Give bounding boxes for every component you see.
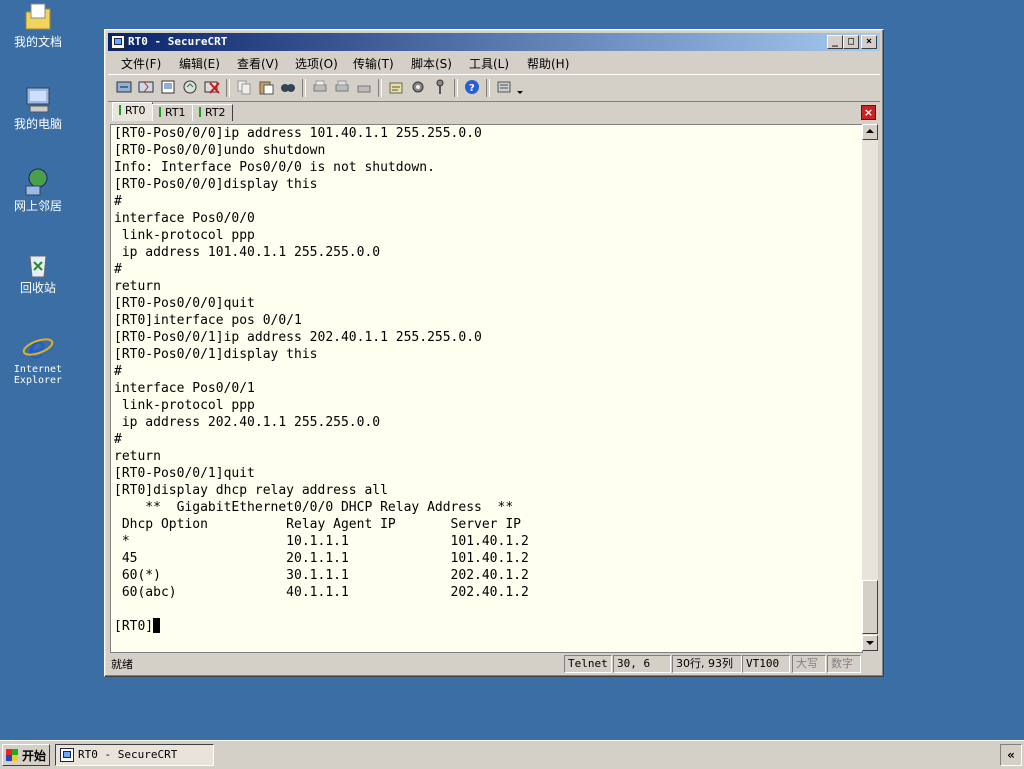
toolbar-dropdown-icon[interactable] (516, 79, 524, 95)
status-num-lock: 数字 (827, 655, 861, 673)
desktop-icon-network[interactable]: 网上邻居 (2, 166, 74, 213)
minimize-button[interactable]: _ (827, 35, 843, 49)
close-button[interactable]: × (861, 35, 877, 49)
menu-bar: 文件(F) 编辑(E) 查看(V) 选项(O) 传输(T) 脚本(S) 工具(L… (108, 52, 880, 72)
status-rows-cols: 30行, 93列 (672, 655, 742, 673)
start-label: 开始 (22, 749, 47, 763)
session-options-icon[interactable] (388, 79, 404, 95)
desktop-icon-recycle-bin[interactable]: 回收站 (2, 248, 74, 295)
menu-script[interactable]: 脚本(S) (411, 55, 452, 72)
menu-tools[interactable]: 工具(L) (469, 55, 509, 72)
menu-edit[interactable]: 编辑(E) (179, 55, 220, 72)
status-bar: 就绪 Telnet 30, 6 30行, 93列 VT100 大写 数字 (108, 654, 880, 673)
taskbar: 开始 RT0 - SecureCRT « (0, 740, 1024, 769)
desktop-icon-label: 我的电脑 (13, 117, 62, 131)
terminal-text: [RT0-Pos0/0/0]ip address 101.40.1.1 255.… (114, 126, 529, 634)
connected-indicator-icon (199, 107, 201, 117)
svg-text:e: e (28, 331, 46, 362)
taskbar-button-label: RT0 - SecureCRT (78, 748, 178, 761)
tab-rt1[interactable]: RT1 (152, 104, 193, 121)
securecrt-app-icon (111, 35, 125, 49)
help-icon[interactable]: ? (464, 79, 480, 95)
securecrt-window: RT0 - SecureCRT _ □ × 文件(F) 编辑(E) 查看(V) … (104, 29, 884, 677)
sftp-icon[interactable] (496, 79, 512, 95)
tray-expand-icon[interactable]: « (1000, 744, 1022, 766)
folder-icon (22, 2, 54, 34)
status-cursor-position: 30, 6 (613, 655, 671, 673)
print-selection-icon[interactable] (334, 79, 350, 95)
menu-file[interactable]: 文件(F) (121, 55, 161, 72)
quick-connect-icon[interactable] (138, 79, 154, 95)
computer-icon (22, 84, 54, 116)
toolbar-separator (378, 79, 382, 97)
connect-tab-icon[interactable] (160, 79, 176, 95)
toolbar-separator (486, 79, 490, 97)
desktop-icon-internet-explorer[interactable]: e Internet Explorer (2, 330, 74, 386)
maximize-button[interactable]: □ (843, 35, 859, 49)
tab-rt0[interactable]: RT0 (112, 102, 153, 121)
toolbar-separator (302, 79, 306, 97)
tab-rt2[interactable]: RT2 (192, 104, 233, 121)
recycle-bin-icon (22, 248, 54, 280)
toolbar: ? (108, 74, 880, 102)
global-options-icon[interactable] (410, 79, 426, 95)
internet-explorer-icon: e (22, 330, 54, 366)
print-setup-icon[interactable] (356, 79, 372, 95)
title-bar[interactable]: RT0 - SecureCRT _ □ × (108, 33, 880, 51)
connected-indicator-icon (159, 107, 161, 117)
status-ready: 就绪 (111, 658, 133, 671)
menu-transfer[interactable]: 传输(T) (353, 55, 394, 72)
window-title: RT0 - SecureCRT (128, 35, 228, 48)
menu-help[interactable]: 帮助(H) (527, 55, 569, 72)
close-tab-icon[interactable]: × (861, 105, 876, 120)
status-terminal-type: VT100 (742, 655, 790, 673)
status-protocol: Telnet (564, 655, 612, 673)
connected-indicator-icon (119, 105, 121, 115)
reconnect-icon[interactable] (182, 79, 198, 95)
scroll-up-button[interactable] (862, 124, 878, 140)
session-tab-bar: RT0 RT1 RT2 × (108, 102, 880, 122)
menu-options[interactable]: 选项(O) (295, 55, 338, 72)
connect-icon[interactable] (116, 79, 132, 95)
desktop-icon-my-documents[interactable]: 我的文档 (2, 2, 74, 49)
desktop-icon-label: 回收站 (19, 281, 56, 295)
scroll-thumb[interactable] (862, 580, 878, 634)
taskbar-button-securecrt[interactable]: RT0 - SecureCRT (55, 744, 214, 766)
menu-view[interactable]: 查看(V) (237, 55, 279, 72)
status-caps-lock: 大写 (792, 655, 826, 673)
print-icon[interactable] (312, 79, 328, 95)
desktop-icon-label: 网上邻居 (13, 199, 62, 213)
terminal-cursor (153, 618, 161, 633)
vertical-scrollbar[interactable] (862, 124, 878, 651)
network-icon (22, 166, 54, 198)
disconnect-icon[interactable] (204, 79, 220, 95)
terminal-prompt: [RT0] (114, 619, 154, 634)
desktop-icon-label: Internet Explorer (13, 364, 63, 386)
scroll-down-button[interactable] (862, 635, 878, 651)
start-button[interactable]: 开始 (2, 744, 50, 766)
toolbar-separator (454, 79, 458, 97)
toolbar-separator (226, 79, 230, 97)
copy-icon[interactable] (236, 79, 252, 95)
terminal-output[interactable]: [RT0-Pos0/0/0]ip address 101.40.1.1 255.… (110, 124, 863, 653)
windows-logo-icon (6, 749, 18, 761)
key-icon[interactable] (432, 79, 448, 95)
find-icon[interactable] (280, 79, 296, 95)
svg-text:?: ? (469, 83, 475, 94)
desktop-icon-label: 我的文档 (13, 35, 62, 49)
desktop-icon-my-computer[interactable]: 我的电脑 (2, 84, 74, 131)
paste-icon[interactable] (258, 79, 274, 95)
securecrt-app-icon (60, 748, 74, 762)
